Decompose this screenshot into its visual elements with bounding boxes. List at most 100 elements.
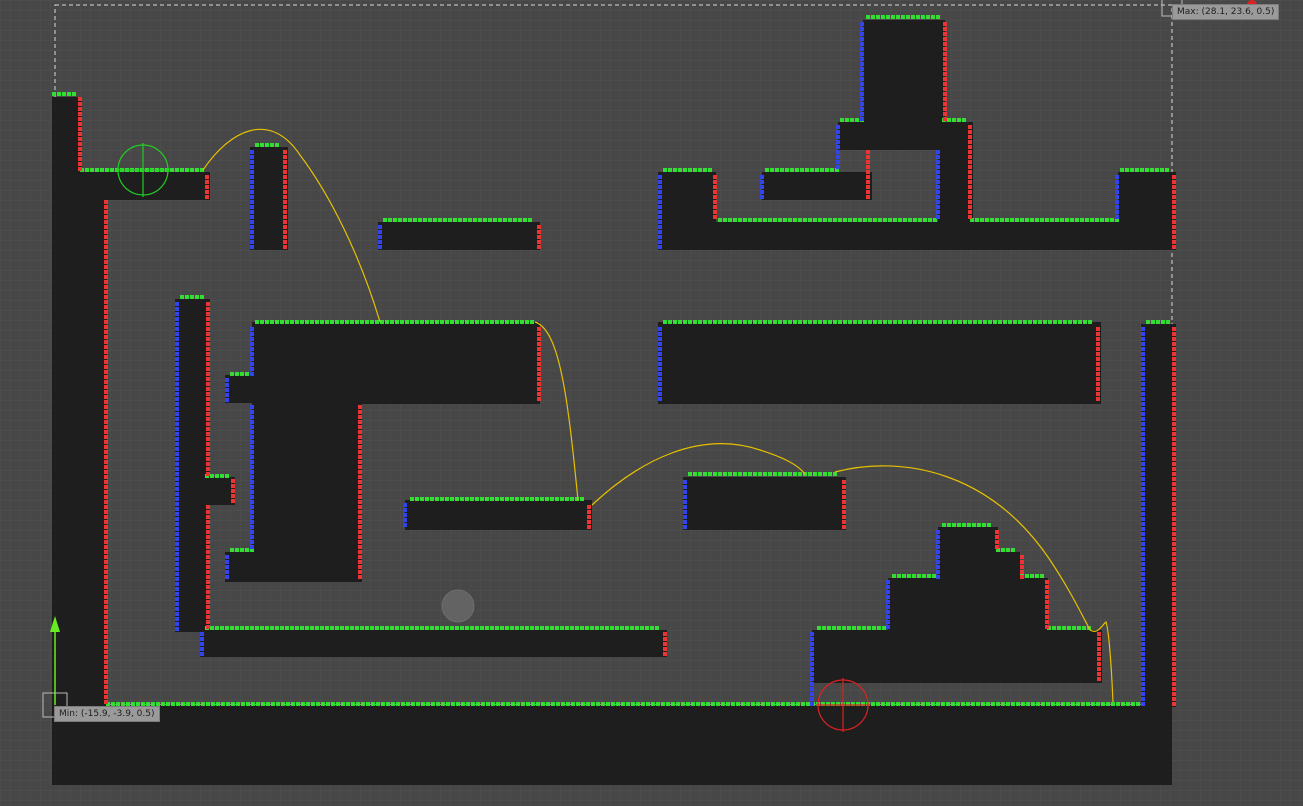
left-wall-edge xyxy=(403,513,407,517)
right-wall-edge xyxy=(358,495,362,499)
walkable-edge xyxy=(625,626,629,630)
walkable-edge xyxy=(907,574,911,578)
left-wall-edge xyxy=(1141,672,1145,676)
walkable-edge xyxy=(1095,218,1099,222)
left-wall-edge xyxy=(836,140,840,144)
left-wall-edge xyxy=(1141,662,1145,666)
level-scene[interactable] xyxy=(0,0,1303,806)
left-wall-edge xyxy=(1141,637,1145,641)
right-wall-edge xyxy=(358,455,362,459)
left-wall-edge xyxy=(175,467,179,471)
left-wall-edge xyxy=(175,392,179,396)
right-wall-edge xyxy=(842,500,846,504)
walkable-edge xyxy=(366,702,370,706)
walkable-edge xyxy=(793,472,797,476)
walkable-edge xyxy=(1020,218,1024,222)
right-wall-edge xyxy=(206,590,210,594)
walkable-edge xyxy=(360,626,364,630)
left-wall-edge xyxy=(683,500,687,504)
left-wall-edge xyxy=(175,587,179,591)
walkable-edge xyxy=(813,218,817,222)
walkable-edge xyxy=(911,15,915,19)
left-wall-edge xyxy=(1115,210,1119,214)
walkable-edge xyxy=(281,702,285,706)
right-wall-edge xyxy=(358,505,362,509)
left-wall-edge xyxy=(836,145,840,149)
left-wall-edge xyxy=(658,220,662,224)
right-wall-edge xyxy=(283,150,287,154)
walkable-edge xyxy=(741,702,745,706)
right-wall-edge xyxy=(206,352,210,356)
right-wall-edge xyxy=(104,290,108,294)
right-wall-edge xyxy=(78,132,82,136)
right-wall-edge xyxy=(943,22,947,26)
solid-block xyxy=(762,172,872,200)
walkable-edge xyxy=(386,702,390,706)
left-wall-edge xyxy=(175,622,179,626)
right-wall-edge xyxy=(1172,457,1176,461)
right-wall-edge xyxy=(78,112,82,116)
right-wall-edge xyxy=(206,427,210,431)
right-wall-edge xyxy=(206,372,210,376)
walkable-edge xyxy=(806,702,810,706)
right-wall-edge xyxy=(1172,487,1176,491)
right-wall-edge xyxy=(943,102,947,106)
walkable-edge xyxy=(290,320,294,324)
right-wall-edge xyxy=(537,367,541,371)
left-wall-edge xyxy=(175,477,179,481)
right-wall-edge xyxy=(1172,397,1176,401)
right-wall-edge xyxy=(1172,362,1176,366)
right-wall-edge xyxy=(713,180,717,184)
walkable-edge xyxy=(473,218,477,222)
right-wall-edge xyxy=(587,505,591,509)
walkable-edge xyxy=(785,168,789,172)
right-wall-edge xyxy=(358,555,362,559)
right-wall-edge xyxy=(1172,547,1176,551)
right-wall-edge xyxy=(1097,657,1101,661)
walkable-edge xyxy=(420,497,424,501)
right-wall-edge xyxy=(866,175,870,179)
walkable-edge xyxy=(445,626,449,630)
right-wall-edge xyxy=(358,435,362,439)
walkable-edge xyxy=(1077,626,1081,630)
right-wall-edge xyxy=(537,387,541,391)
walkable-edge xyxy=(475,497,479,501)
walkable-edge xyxy=(445,497,449,501)
walkable-edge xyxy=(455,497,459,501)
walkable-edge xyxy=(818,320,822,324)
walkable-edge xyxy=(301,702,305,706)
left-wall-edge xyxy=(175,527,179,531)
left-wall-edge xyxy=(250,215,254,219)
right-wall-edge xyxy=(206,555,210,559)
walkable-edge xyxy=(703,472,707,476)
walkable-edge xyxy=(1036,702,1040,706)
walkable-edge xyxy=(927,574,931,578)
left-wall-edge xyxy=(658,175,662,179)
walkable-edge xyxy=(215,626,219,630)
left-wall-edge xyxy=(1115,185,1119,189)
walkable-edge xyxy=(768,218,772,222)
right-wall-edge xyxy=(1096,367,1100,371)
agent-circle-icon[interactable] xyxy=(441,589,475,623)
left-wall-edge xyxy=(175,542,179,546)
left-wall-edge xyxy=(1141,567,1145,571)
right-wall-edge xyxy=(1096,382,1100,386)
walkable-edge xyxy=(916,702,920,706)
walkable-edge xyxy=(828,320,832,324)
walkable-edge xyxy=(525,320,529,324)
left-wall-edge xyxy=(1141,487,1145,491)
left-wall-edge xyxy=(175,452,179,456)
left-wall-edge xyxy=(860,62,864,66)
left-wall-edge xyxy=(658,240,662,244)
right-wall-edge xyxy=(78,147,82,151)
left-wall-edge xyxy=(403,503,407,507)
walkable-edge xyxy=(230,626,234,630)
walkable-edge xyxy=(196,702,200,706)
walkable-edge xyxy=(858,218,862,222)
walkable-edge xyxy=(872,626,876,630)
walkable-edge xyxy=(550,497,554,501)
left-wall-edge xyxy=(683,515,687,519)
walkable-edge xyxy=(946,702,950,706)
walkable-edge xyxy=(743,218,747,222)
right-wall-edge xyxy=(842,515,846,519)
